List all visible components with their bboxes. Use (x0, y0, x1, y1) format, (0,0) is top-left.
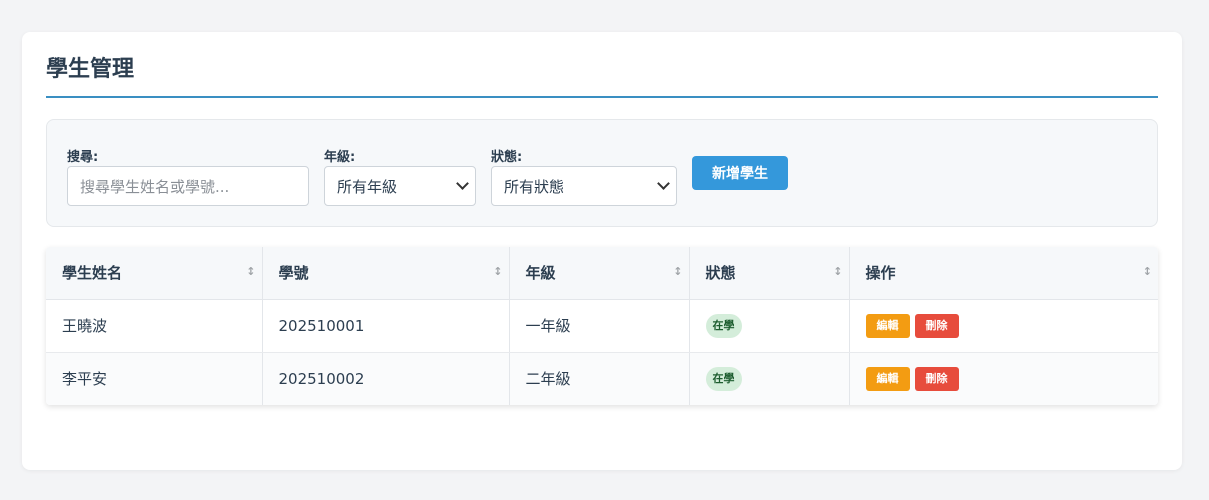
column-header-status[interactable]: 狀態 ↕ (689, 247, 850, 300)
table-header-row: 學生姓名 ↕ 學號 ↕ 年級 ↕ 狀態 ↕ 操作 ↕ (46, 247, 1158, 300)
student-status-cell: 在學 (689, 352, 850, 405)
student-name-cell: 王曉波 (46, 299, 263, 353)
student-id-cell: 202510002 (262, 352, 510, 405)
student-status-cell: 在學 (689, 299, 850, 353)
edit-button[interactable]: 編輯 (865, 313, 910, 338)
table-row: 李平安 202510002 二年級 在學 編輯 刪除 (46, 352, 1158, 405)
chevron-down-icon (456, 177, 469, 190)
status-select-value: 所有狀態 (504, 177, 565, 196)
title-divider (46, 96, 1158, 98)
status-select[interactable]: 所有狀態 (491, 166, 677, 206)
student-id-cell: 202510001 (262, 299, 510, 353)
actions-cell: 編輯 刪除 (849, 299, 1158, 353)
edit-button[interactable]: 編輯 (865, 366, 910, 391)
page-title: 學生管理 (46, 57, 135, 82)
student-name-cell: 李平安 (46, 352, 263, 405)
student-grade-cell: 二年級 (509, 352, 690, 405)
sort-icon: ↕ (1142, 265, 1152, 278)
sort-icon: ↕ (493, 265, 503, 278)
filter-panel: 搜尋: 搜尋學生姓名或學號... 年級: 所有年級 狀態: 所有狀態 新增學生 (46, 119, 1158, 227)
search-label: 搜尋: (67, 150, 99, 165)
chevron-down-icon (657, 177, 670, 190)
actions-cell: 編輯 刪除 (849, 352, 1158, 405)
student-management-card: 學生管理 搜尋: 搜尋學生姓名或學號... 年級: 所有年級 狀態: 所有狀態 … (22, 32, 1182, 470)
delete-button[interactable]: 刪除 (914, 313, 959, 338)
sort-icon: ↕ (673, 265, 683, 278)
grade-label: 年級: (324, 150, 356, 165)
column-header-id[interactable]: 學號 ↕ (262, 247, 510, 300)
column-header-name[interactable]: 學生姓名 ↕ (46, 247, 263, 300)
grade-select[interactable]: 所有年級 (324, 166, 476, 206)
column-header-actions[interactable]: 操作 ↕ (849, 247, 1158, 300)
delete-button[interactable]: 刪除 (914, 366, 959, 391)
column-header-grade[interactable]: 年級 ↕ (509, 247, 690, 300)
add-student-button[interactable]: 新增學生 (692, 156, 788, 190)
sort-icon: ↕ (833, 265, 843, 278)
student-table: 學生姓名 ↕ 學號 ↕ 年級 ↕ 狀態 ↕ 操作 ↕ 王曉波 202510001 一年級 … (46, 247, 1158, 405)
student-grade-cell: 一年級 (509, 299, 690, 353)
table-row: 王曉波 202510001 一年級 在學 編輯 刪除 (46, 299, 1158, 353)
status-label: 狀態: (491, 150, 523, 165)
grade-select-value: 所有年級 (337, 177, 398, 196)
sort-icon: ↕ (246, 265, 256, 278)
search-input[interactable]: 搜尋學生姓名或學號... (67, 166, 309, 206)
status-badge: 在學 (705, 366, 742, 391)
status-badge: 在學 (705, 313, 742, 338)
